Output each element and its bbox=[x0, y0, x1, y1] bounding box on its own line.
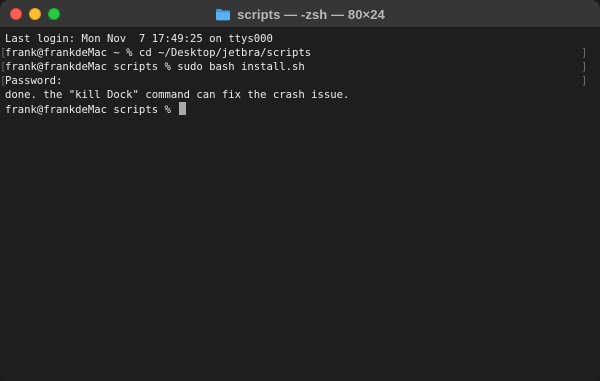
mark-bracket-right: ] bbox=[581, 75, 588, 87]
terminal-line: frank@frankdeMac ~ % cd ~/Desktop/jetbra… bbox=[5, 47, 312, 59]
terminal-prompt-line: frank@frankdeMac scripts % bbox=[5, 102, 187, 116]
title-bar[interactable]: scripts — -zsh — 80×24 bbox=[0, 0, 600, 28]
mark-bracket-right: ] bbox=[581, 61, 588, 73]
terminal-line: done. the "kill Dock" command can fix th… bbox=[5, 89, 350, 101]
terminal-line: frank@frankdeMac scripts % sudo bash ins… bbox=[5, 61, 305, 73]
terminal-line: Last login: Mon Nov 7 17:49:25 on ttys00… bbox=[5, 33, 273, 45]
terminal-content[interactable]: Last login: Mon Nov 7 17:49:25 on ttys00… bbox=[0, 29, 600, 381]
text-cursor bbox=[179, 102, 187, 115]
folder-icon bbox=[216, 8, 231, 20]
window-title: scripts — -zsh — 80×24 bbox=[237, 6, 385, 22]
terminal-window: scripts — -zsh — 80×24 Last login: Mon N… bbox=[0, 0, 600, 381]
mark-bracket-right: ] bbox=[581, 47, 588, 59]
window-title-group: scripts — -zsh — 80×24 bbox=[0, 0, 600, 28]
terminal-line: Password: bbox=[5, 75, 63, 87]
